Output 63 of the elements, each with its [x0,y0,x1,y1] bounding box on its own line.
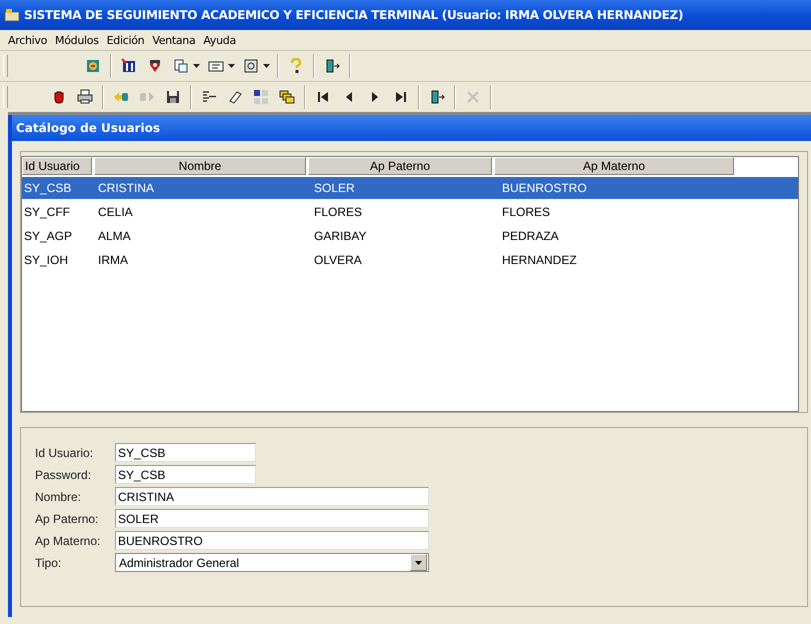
table-icon[interactable] [121,58,137,74]
table-cell-text: SY_IOH [23,253,70,267]
field-label: Ap Materno: [35,534,102,548]
caret-icon[interactable] [415,560,422,564]
caret-icon[interactable] [263,64,270,68]
menu-item[interactable]: Módulos [51,34,103,46]
table-cell-text: PEDRAZA [501,229,560,243]
input-field[interactable]: BUENROSTRO [115,531,429,550]
folder-icon [4,8,20,22]
grid-icon[interactable] [253,89,269,105]
field-label: Tipo: [35,556,62,570]
table-row[interactable]: SY_IOH IRMA OLVERA HERNANDEZ [22,249,798,271]
eraser-icon[interactable] [227,89,243,105]
door-exit-icon[interactable] [429,89,445,105]
caret-icon[interactable] [228,64,235,68]
table-cell-text: CRISTINA [97,181,156,195]
table-row[interactable]: SY_CFF CELIA FLORES FLORES [22,201,798,223]
table-cell-text: CELIA [97,205,134,219]
table-cell-text: ALMA [97,229,132,243]
copy-icon[interactable] [173,58,189,74]
column-header[interactable]: Ap Paterno [308,157,492,175]
last-record-icon[interactable] [393,89,409,105]
table-row[interactable]: SY_CSB CRISTINA SOLER BUENROSTRO [22,177,798,199]
input-field[interactable]: SY_CSB [115,465,256,484]
field-label: Password: [35,468,92,482]
type-dropdown[interactable]: Administrador General [115,553,429,572]
table-cell-text: FLORES [501,205,552,219]
table-cell-text: FLORES [313,205,364,219]
shield-icon[interactable] [147,58,163,74]
floppy-icon[interactable] [165,89,181,105]
table-row[interactable]: SY_AGP ALMA GARIBAY PEDRAZA [22,225,798,247]
menu-item[interactable]: Archivo [4,34,52,46]
table-cell-text: SY_CFF [23,205,72,219]
printer-icon[interactable] [77,89,93,105]
menu-item[interactable]: Ayuda [199,34,240,46]
table-cell-text: HERNANDEZ [501,253,578,267]
field-label: Ap Paterno: [35,512,100,526]
table-cell-text: BUENROSTRO [501,181,588,195]
table-cell-text: SY_AGP [23,229,74,243]
column-header[interactable]: Ap Materno [494,157,734,175]
help-icon[interactable] [288,58,304,74]
table-cell-text: IRMA [97,253,129,267]
dropdown-button[interactable] [410,554,427,571]
column-header[interactable]: Id Usuario [22,157,92,175]
window-title: SISTEMA DE SEGUIMIENTO ACADEMICO Y EFICIENCIA TERMINAL (Usuario: IRMA OLVERA HERNANDEZ) [24,8,684,22]
door-exit-icon[interactable] [324,58,340,74]
input-field[interactable]: CRISTINA [115,487,429,506]
child-window-title: Catálogo de Usuarios [16,121,160,135]
field-label: Nombre: [35,490,82,504]
field-label: Id Usuario: [35,446,94,460]
input-field[interactable]: SOLER [115,509,429,528]
stacked-cards-icon[interactable] [279,89,295,105]
table-cell-text: SOLER [313,181,356,195]
caret-icon[interactable] [193,64,200,68]
table-cell-text: SY_CSB [23,181,72,195]
safe-icon[interactable] [243,58,259,74]
column-header[interactable]: Nombre [94,157,306,175]
menu-item[interactable]: Edición [102,34,148,46]
first-record-icon[interactable] [315,89,331,105]
menu-item[interactable]: Ventana [148,34,200,46]
table-cell-text: OLVERA [313,253,363,267]
table-cell-text: GARIBAY [313,229,368,243]
input-field[interactable]: SY_CSB [115,443,256,462]
